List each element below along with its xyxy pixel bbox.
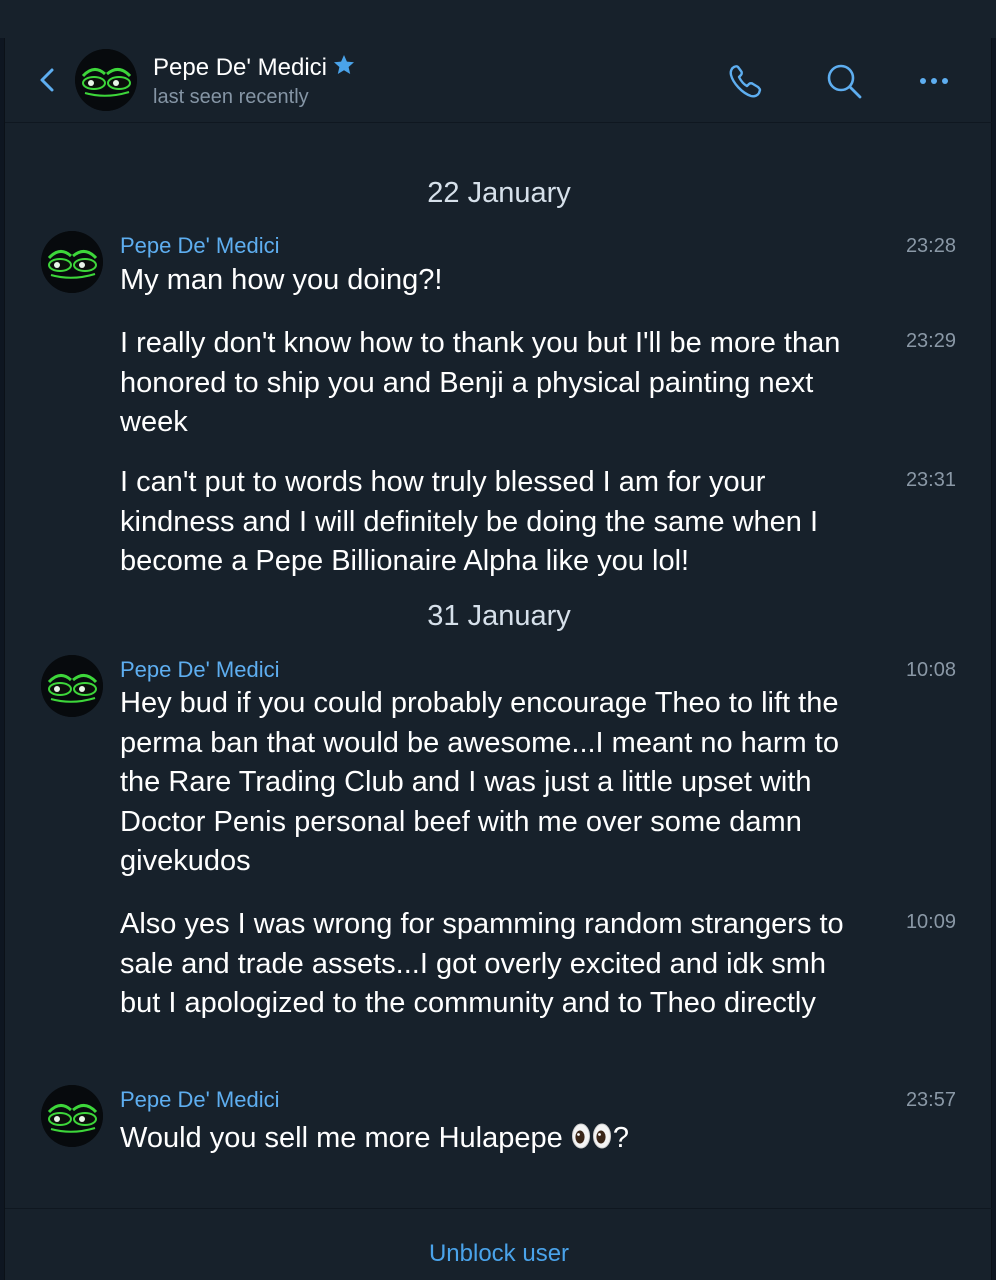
message-time: 23:29 [905, 330, 956, 352]
message-sender[interactable]: Pepe De' Medici [120, 1087, 280, 1113]
chevron-left-icon[interactable] [35, 65, 59, 95]
title-bar [0, 0, 996, 38]
contact-name[interactable]: Pepe De' Medici [153, 53, 357, 82]
message-text: I can't put to words how truly blessed I… [120, 466, 819, 577]
message-time: 23:57 [905, 1089, 956, 1111]
message-sender[interactable]: Pepe De' Medici [120, 233, 280, 259]
star-icon [334, 55, 354, 74]
contact-name-text: Pepe De' Medici [153, 54, 327, 81]
avatar[interactable] [41, 655, 103, 717]
chat-window: Pepe De' Medici last seen recently 22 Ja… [4, 38, 993, 1280]
more-horizontal-icon[interactable] [913, 60, 955, 102]
message-text: I really don't know how to thank you but… [120, 327, 841, 438]
last-seen-status: last seen recently [153, 86, 309, 108]
message-text: Would you sell me more Hulapepe ? [120, 1119, 870, 1159]
message-time: 23:28 [905, 235, 956, 257]
message-text-suffix: ? [612, 1122, 629, 1154]
date-separator: 31 January [427, 600, 571, 632]
avatar[interactable] [75, 49, 137, 111]
message-text: My man how you doing?! [120, 264, 443, 296]
eyes-emoji-icon [571, 1123, 611, 1149]
search-icon[interactable] [823, 60, 865, 102]
message-sender[interactable]: Pepe De' Medici [120, 657, 280, 683]
avatar[interactable] [41, 231, 103, 293]
phone-icon[interactable] [725, 60, 767, 102]
chat-header: Pepe De' Medici last seen recently [5, 38, 993, 123]
chat-footer: Unblock user [5, 1208, 993, 1280]
unblock-user-button[interactable]: Unblock user [5, 1240, 993, 1268]
message-time: 10:09 [905, 911, 956, 933]
date-separator: 22 January [427, 177, 571, 209]
message-time: 23:31 [905, 469, 956, 491]
message-text: Hey bud if you could probably encourage … [120, 687, 839, 877]
avatar[interactable] [41, 1085, 103, 1147]
message-text: Also yes I was wrong for spamming random… [120, 908, 844, 1019]
message-text-body: Would you sell me more Hulapepe [120, 1122, 563, 1154]
message-time: 10:08 [905, 659, 956, 681]
